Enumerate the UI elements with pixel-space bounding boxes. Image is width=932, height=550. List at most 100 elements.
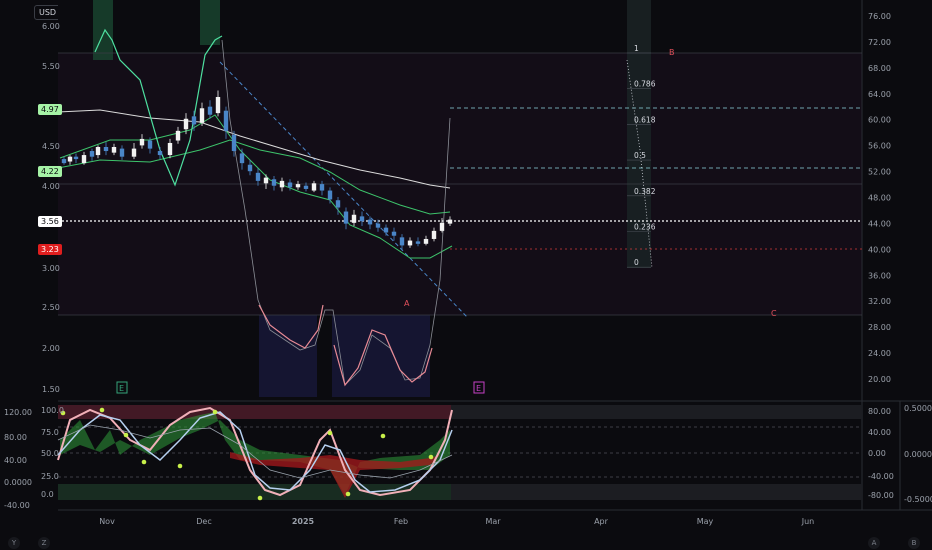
candle-body	[139, 138, 145, 146]
candle-body	[175, 130, 181, 141]
osc-left-tick: 120.00	[4, 408, 32, 417]
candle-body	[319, 184, 325, 191]
candle-body	[303, 185, 309, 189]
osc-left-tick: 0.0000	[4, 478, 32, 487]
candle-body	[415, 241, 421, 244]
x-axis-tick: Nov	[99, 517, 115, 526]
candle-body	[335, 200, 341, 208]
price-badge: 3.23	[38, 244, 62, 255]
right-axis-tick: 40.00	[868, 245, 891, 254]
left-axis-tick: 6.00	[42, 22, 60, 31]
x-axis-tick: Dec	[196, 517, 211, 526]
earnings-marker-label: E	[119, 384, 124, 393]
candle-body	[423, 238, 429, 244]
osc-mid-tick: 25.0	[41, 472, 59, 481]
right-axis-tick: 60.00	[868, 116, 891, 125]
candle-body	[359, 216, 365, 222]
right-axis-tick: 20.00	[868, 375, 891, 384]
candle-body	[157, 151, 163, 156]
candle-body	[231, 134, 237, 152]
candle-body	[103, 147, 109, 152]
osc-signal-dot	[380, 433, 386, 439]
candle-body	[89, 151, 95, 157]
candle-body	[119, 148, 125, 157]
earnings-marker-label: E	[476, 384, 481, 393]
osc-signal-dot	[327, 430, 333, 436]
x-axis-tick: Apr	[594, 517, 609, 526]
right-axis-tick: 48.00	[868, 194, 891, 203]
osc-lower-grey	[451, 484, 862, 500]
candle-body	[383, 227, 389, 233]
blue-zone-1	[259, 315, 317, 397]
candle-body	[327, 190, 333, 200]
x-axis-tick: Mar	[485, 517, 501, 526]
candle-body	[431, 230, 437, 239]
osc-signal-dot	[428, 454, 434, 460]
right-axis-tick: 52.00	[868, 168, 891, 177]
right-axis-tick: 24.00	[868, 349, 891, 358]
price-chart[interactable]: 10.7860.6180.50.3820.2360ABCE E 6.005.504…	[0, 0, 932, 550]
left-axis-tick: 2.50	[42, 303, 60, 312]
candle-body	[67, 156, 73, 162]
osc-far-right-tick: 0.5000	[904, 404, 932, 413]
right-axis-tick: 32.00	[868, 297, 891, 306]
right-axis-tick: 76.00	[868, 12, 891, 21]
candle-body	[439, 222, 445, 231]
osc-right-tick: 40.00	[868, 428, 891, 437]
candle-body	[407, 240, 413, 246]
candle-body	[183, 118, 189, 130]
price-badge: 3.56	[38, 216, 62, 227]
bottom-z-button[interactable]: Z	[38, 537, 50, 549]
candle-body	[111, 147, 117, 153]
candle-body	[167, 142, 173, 156]
right-axis-tick: 28.00	[868, 323, 891, 332]
osc-right-tick: -40.00	[868, 472, 894, 481]
candle-body	[375, 223, 381, 228]
osc-right-tick: 0.00	[868, 449, 886, 458]
fib-level-label: 1	[634, 44, 639, 53]
candle-body	[81, 155, 87, 164]
osc-signal-dot	[257, 495, 263, 501]
candle-body	[255, 172, 261, 181]
candle-body	[191, 116, 197, 125]
candle-body	[343, 211, 349, 224]
candle-body	[263, 177, 269, 184]
candle-body	[239, 153, 245, 164]
annotation-c: C	[771, 309, 777, 318]
fib-level-label: 0.618	[634, 115, 656, 124]
left-axis-tick: 4.00	[42, 182, 60, 191]
candle-body	[287, 182, 293, 188]
osc-mid-tick: 100.0	[41, 406, 64, 415]
blue-zone-2	[332, 315, 430, 397]
osc-left-tick: 80.00	[4, 433, 27, 442]
candle-body	[351, 214, 357, 223]
candle-body	[131, 148, 137, 157]
osc-right-tick: -80.00	[868, 491, 894, 500]
osc-upper-grey	[451, 405, 862, 419]
osc-signal-dot	[99, 407, 105, 413]
osc-signal-dot	[212, 409, 218, 415]
candle-body	[247, 164, 253, 172]
right-axis-tick: 36.00	[868, 271, 891, 280]
osc-right-tick: 80.00	[868, 407, 891, 416]
bottom-settings-button[interactable]: B	[908, 537, 920, 549]
annotation-b: B	[669, 48, 675, 57]
osc-far-right-tick: -0.5000	[904, 495, 932, 504]
right-axis-tick: 72.00	[868, 38, 891, 47]
osc-signal-dot	[123, 432, 129, 438]
bottom-r-button[interactable]: A	[868, 537, 880, 549]
fib-level-label: 0.786	[634, 80, 656, 89]
annotation-a: A	[404, 299, 410, 308]
left-axis-tick: 2.00	[42, 344, 60, 353]
candle-body	[207, 106, 213, 115]
fib-level-label: 0.236	[634, 223, 656, 232]
candle-body	[73, 156, 79, 160]
candle-body	[279, 180, 285, 188]
bottom-y-button[interactable]: Y	[8, 537, 20, 549]
candle-body	[311, 183, 317, 191]
x-axis-tick: Jun	[801, 517, 815, 526]
osc-left-tick: -40.00	[4, 501, 30, 510]
osc-signal-dot	[345, 491, 351, 497]
osc-overbought-zone	[58, 405, 451, 419]
candle-body	[199, 108, 205, 123]
